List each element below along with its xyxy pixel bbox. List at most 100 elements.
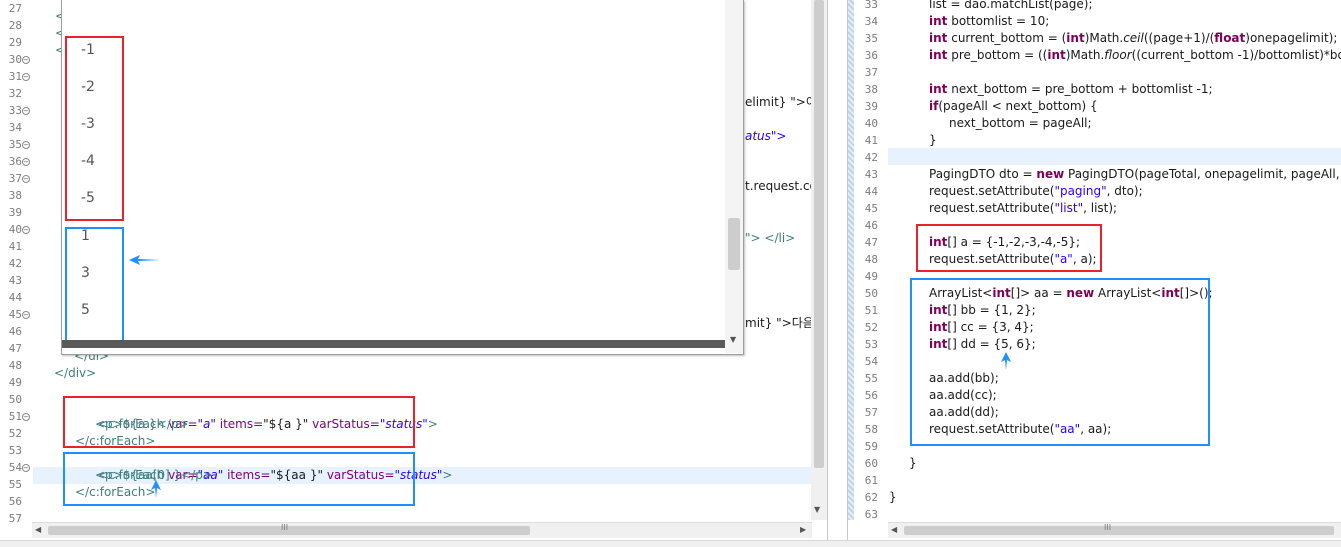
txt: )onepagelimit); [1245, 31, 1338, 45]
fold-toggle-icon[interactable]: − [22, 175, 30, 183]
line-number: 40 [8, 223, 22, 236]
line-number: 32 [8, 87, 22, 100]
right-code-40: next_bottom = pageAll; [949, 116, 1092, 130]
line-number: 41 [8, 240, 22, 253]
line-number: 42 [864, 151, 878, 164]
right-code-60: } [909, 456, 917, 470]
line-number: 47 [8, 342, 22, 355]
line-number: 31 [8, 70, 22, 83]
kw: int [1047, 48, 1066, 62]
line-number: 46 [8, 325, 22, 338]
line-number: 37 [8, 172, 22, 185]
line-number: 49 [864, 270, 878, 283]
right-code-43: PagingDTO dto = new PagingDTO(pageTotal,… [929, 166, 1340, 183]
right-horizontal-scrollbar[interactable]: ◀ III [888, 522, 1341, 538]
right-gutter: 33 34 35 36 37 38 39 40 41 42 43 44 45 46 47 48 49 50 51 52… [854, 0, 888, 521]
line-number: 36 [8, 155, 22, 168]
right-horizontal-thumb[interactable]: III [904, 523, 1334, 535]
fold-toggle-icon[interactable]: − [22, 158, 30, 166]
line-number: 30 [8, 53, 22, 66]
thumb-grip-icon: III [1104, 523, 1112, 532]
txt: request.setAttribute( [929, 184, 1055, 198]
popup-vertical-scrollbar[interactable]: ▼ [725, 0, 743, 353]
popup-horizontal-scrollbar[interactable] [62, 340, 725, 348]
fold-toggle-icon[interactable]: − [22, 107, 30, 115]
txt: ((page+1)/( [1143, 31, 1215, 45]
fold-toggle-icon[interactable]: − [22, 413, 30, 421]
txt: ((current_bottom -1)/bottomlist)*bot [1131, 48, 1341, 62]
line-number: 50 [864, 287, 878, 300]
txt: )Math. [1065, 48, 1105, 62]
line-number: 27 [8, 2, 22, 15]
right-code-39: if(pageAll < next_bottom) { [929, 98, 1098, 115]
left-horizontal-thumb[interactable]: III [48, 523, 530, 535]
line-number: 57 [864, 406, 878, 419]
txt: bottomlist = 10; [947, 14, 1050, 28]
kw: int [929, 31, 948, 45]
scroll-right-icon[interactable]: ▶ [800, 525, 806, 534]
txt: PagingDTO(pageTotal, onepagelimit, pageA… [1064, 167, 1340, 181]
scroll-left-icon[interactable]: ◀ [35, 525, 41, 534]
line-number: 40 [864, 117, 878, 130]
scroll-left-icon[interactable]: ◀ [891, 525, 897, 534]
line-number: 56 [8, 495, 22, 508]
txt: pre_bottom = (( [947, 48, 1048, 62]
popup-vertical-thumb[interactable] [728, 218, 740, 270]
foreach-aa-close: > [442, 468, 453, 482]
right-code-44: request.setAttribute("paging", dto); [929, 183, 1143, 200]
line-number: 55 [864, 372, 878, 385]
kw: new [1036, 167, 1065, 181]
code-line-49: </div> [54, 366, 97, 380]
line-number: 54 [8, 461, 22, 474]
left-vertical-scrollbar[interactable]: ≡ ▼ [811, 0, 827, 520]
right-code-45: request.setAttribute("list", list); [929, 200, 1117, 217]
popup-scroll-down-icon[interactable]: ▼ [730, 335, 736, 344]
line-number: 41 [864, 134, 878, 147]
line-number: 49 [8, 376, 22, 389]
left-horizontal-scrollbar[interactable]: ◀ III ▶ [32, 522, 812, 538]
fold-toggle-icon[interactable]: − [22, 226, 30, 234]
fold-toggle-icon[interactable]: − [22, 73, 30, 81]
line-number: 44 [864, 185, 878, 198]
right-line-highlight [888, 148, 1341, 165]
preview-popup[interactable]: -1 -2 -3 -4 -5 135 ▼ [61, 0, 744, 355]
fold-toggle-icon[interactable]: − [22, 311, 30, 319]
line-number: 39 [8, 206, 22, 219]
thumb-grip-icon: III [281, 523, 289, 532]
line-number: 54 [864, 355, 878, 368]
line-number: 42 [8, 257, 22, 270]
line-number: 33 [8, 104, 22, 117]
line-number: 58 [864, 423, 878, 436]
right-code-41: } [929, 133, 937, 147]
str: "list" [1054, 201, 1084, 215]
fold-toggle-icon[interactable]: − [22, 56, 30, 64]
right-code-35: int current_bottom = (int)Math.ceil((pag… [929, 30, 1337, 47]
fold-toggle-icon[interactable]: − [22, 464, 30, 472]
code-fragment-l37: t.request.co [745, 179, 817, 193]
kw: float [1214, 31, 1246, 45]
right-editor[interactable]: 33 34 35 36 37 38 39 40 41 42 43 44 45 46 47 48 49 50 51 52… [847, 0, 1341, 540]
line-number: 60 [864, 457, 878, 470]
txt: (pageAll < next_bottom) { [938, 99, 1098, 113]
line-number: 39 [864, 100, 878, 113]
line-number: 50 [8, 393, 22, 406]
line-number: 55 [8, 478, 22, 491]
annotation-box-array-aa-decl [910, 278, 1210, 446]
line-number: 34 [864, 15, 878, 28]
right-code-33: list = dao.matchList(page); [929, 0, 1093, 11]
line-number: 38 [864, 83, 878, 96]
kw: int [929, 82, 948, 96]
txt: next_bottom = pre_bottom + bottomlist -1… [947, 82, 1213, 96]
left-vertical-thumb[interactable] [814, 0, 824, 468]
line-number: 53 [8, 444, 22, 457]
fold-toggle-icon[interactable]: − [22, 141, 30, 149]
scroll-down-icon[interactable]: ▼ [814, 505, 820, 514]
txt: )Math. [1084, 31, 1124, 45]
annotation-box-array-a-decl [916, 224, 1102, 272]
line-number: 59 [864, 440, 878, 453]
method: ceil [1123, 31, 1144, 45]
line-number: 29 [8, 36, 22, 49]
str: "paging" [1054, 184, 1107, 198]
kw: int [929, 14, 948, 28]
right-code-34: int bottomlist = 10; [929, 13, 1049, 30]
